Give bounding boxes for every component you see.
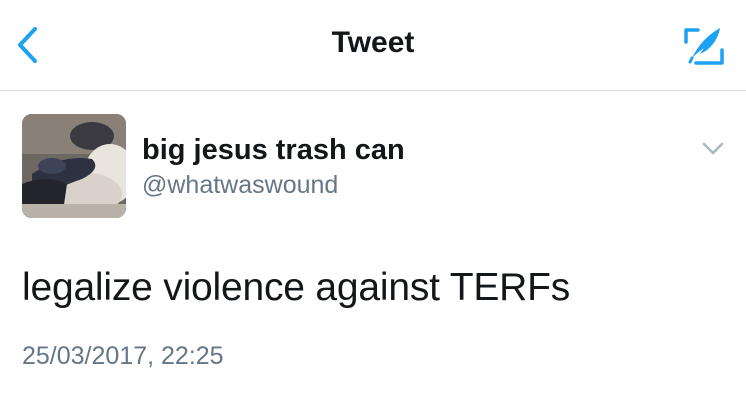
tweet-timestamp: 25/03/2017, 22:25 xyxy=(22,342,224,370)
tweet-text: legalize violence against TERFs xyxy=(22,266,571,309)
tweet-detail: big jesus trash can @whatwaswound legali… xyxy=(0,92,746,402)
chevron-down-icon xyxy=(702,142,724,155)
compose-feather-icon xyxy=(684,28,724,65)
author-handle[interactable]: @whatwaswound xyxy=(142,171,338,200)
navigation-bar: Tweet xyxy=(0,0,746,91)
compose-tweet-button[interactable] xyxy=(682,24,726,68)
page-title: Tweet xyxy=(331,26,415,59)
tweet-menu-button[interactable] xyxy=(698,136,728,162)
avatar-photo xyxy=(22,114,126,218)
avatar[interactable] xyxy=(22,114,126,218)
author-display-name[interactable]: big jesus trash can xyxy=(142,134,405,167)
